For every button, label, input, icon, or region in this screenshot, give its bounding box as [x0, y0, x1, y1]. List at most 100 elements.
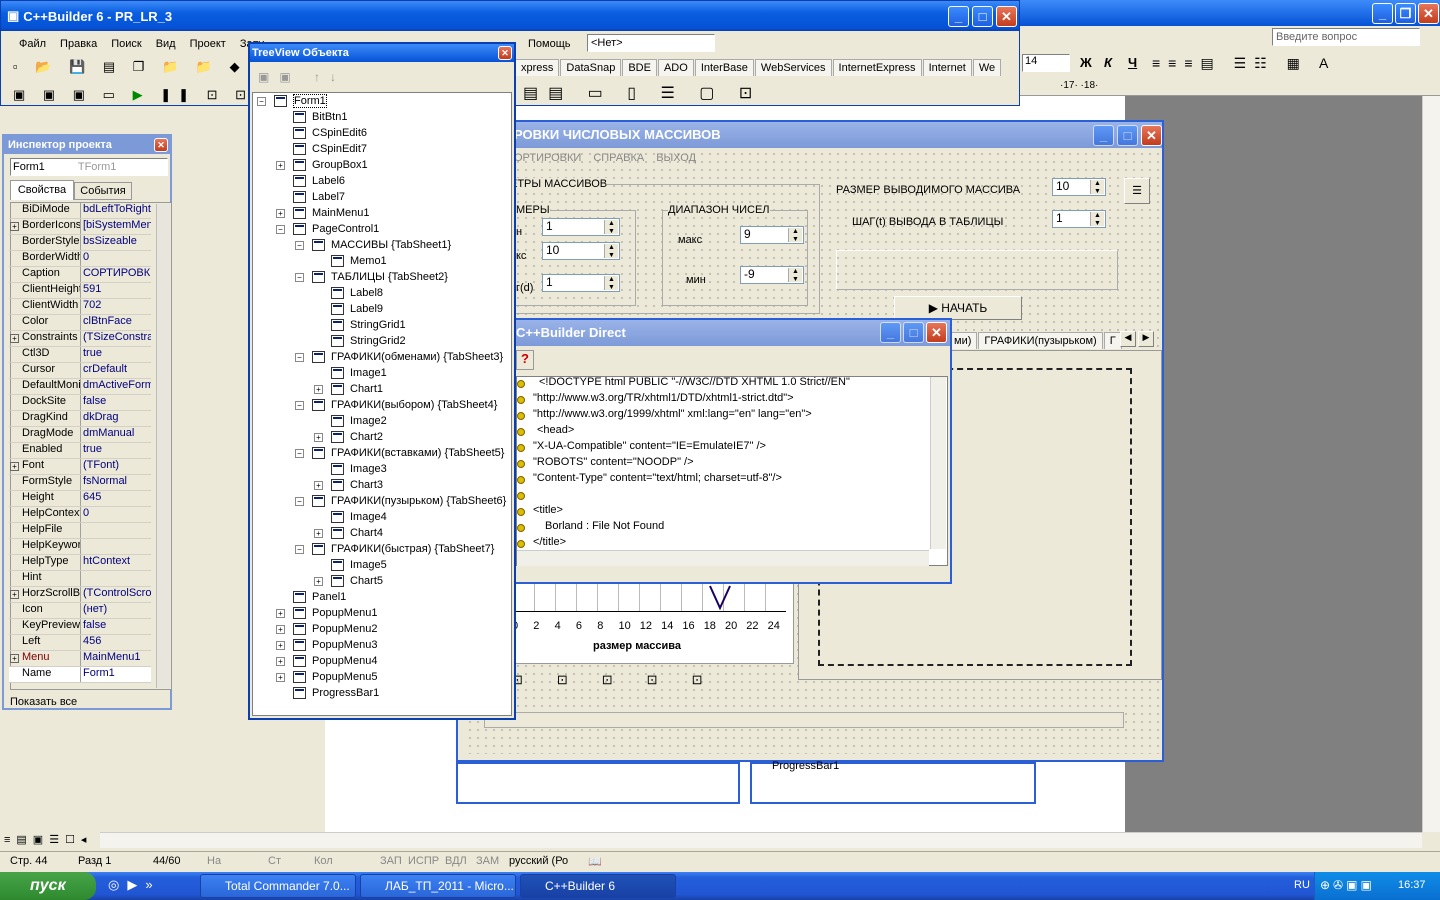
menu-edit[interactable]: Правка — [60, 38, 97, 50]
underline-button[interactable]: Ч — [1128, 55, 1137, 70]
tree-node[interactable]: CSpinEdit7 — [293, 141, 367, 157]
palette-tab-ado[interactable]: ADO — [657, 59, 694, 76]
inspector-close-button[interactable]: ✕ — [154, 138, 168, 152]
tree-node[interactable]: Label6 — [293, 173, 345, 189]
tree-expand-icon[interactable]: + — [314, 433, 323, 442]
spelling-icon[interactable]: 📖 — [588, 855, 602, 868]
tree-node[interactable]: Label9 — [331, 301, 383, 317]
tree-expand-icon[interactable]: + — [276, 161, 285, 170]
view-buttons[interactable]: ≡▤▣☰☐◂ — [4, 833, 92, 846]
menu-search[interactable]: Поиск — [111, 38, 141, 50]
menu-file[interactable]: Файл — [19, 38, 46, 50]
tree-expand-icon[interactable]: − — [295, 401, 304, 410]
tree-node[interactable]: PopupMenu5 — [293, 669, 377, 685]
inspector-prop-row[interactable]: Color clBtnFace — [9, 315, 151, 331]
inspector-prop-value[interactable]: (TSizeConstrai — [80, 331, 151, 346]
tree-expand-icon[interactable]: + — [276, 657, 285, 666]
inspector-prop-row[interactable]: DockSite false — [9, 395, 151, 411]
palette-tab-bde[interactable]: BDE — [622, 59, 657, 76]
sort-buttons[interactable]: ⊡⊡⊡⊡⊡ — [512, 672, 736, 688]
tree-node[interactable]: ГРАФИКИ(выбором) {TabSheet4} — [312, 397, 497, 413]
align-toolbar[interactable]: ≡≡≡▤ ☰☷ ▦ A — [1152, 55, 1336, 72]
tree-node[interactable]: Label8 — [331, 285, 383, 301]
inspector-prop-value[interactable]: crDefault — [80, 363, 151, 378]
inspector-prop-row[interactable]: +BorderIcons[biSystemMenu — [9, 219, 151, 235]
palette-tab-xpress[interactable]: xpress — [515, 59, 560, 76]
inspector-prop-row[interactable]: ClientWidth 702 — [9, 299, 151, 315]
tree-node[interactable]: Label7 — [293, 189, 345, 205]
size-max-spin[interactable]: 10 ▲ ▼ — [542, 242, 620, 260]
inspector-prop-value[interactable]: htContext — [80, 555, 151, 570]
inspector-show-all[interactable]: Показать все — [10, 696, 77, 708]
tree-node[interactable]: ГРАФИКИ(обменами) {TabSheet3} — [312, 349, 503, 365]
tree-expand-icon[interactable]: − — [295, 545, 304, 554]
tree-expand-icon[interactable]: − — [295, 273, 304, 282]
taskbar-word[interactable]: ЛАБ_ТП_2011 - Micro... — [360, 874, 516, 898]
tree-node[interactable]: Image3 — [331, 461, 387, 477]
palette-components[interactable]: ▤▤ ▭ ▯ ☰ ▢ ⊡ — [523, 83, 762, 103]
tree-expand-icon[interactable]: − — [295, 353, 304, 362]
inspector-prop-row[interactable]: HelpKeyword — [9, 539, 151, 555]
inspector-scrollbar[interactable] — [156, 204, 170, 688]
inspector-prop-value[interactable]: 702 — [80, 299, 151, 314]
inspector-prop-value[interactable]: [biSystemMenu — [80, 219, 151, 234]
inspector-prop-row[interactable]: + Constraints (TSizeConstrai — [9, 331, 151, 347]
step-spin[interactable]: 1 ▲ ▼ — [1052, 210, 1106, 228]
tree-node[interactable]: МАССИВЫ {TabSheet1} — [312, 237, 451, 253]
direct-vscroll[interactable] — [930, 377, 946, 549]
min-spin[interactable]: -9 ▲ ▼ — [740, 266, 804, 284]
inspector-prop-value[interactable]: Form1 — [80, 667, 151, 682]
font-size-select[interactable]: 14 — [1022, 54, 1070, 72]
inspector-prop-row[interactable]: Caption СОРТИРОВКІ — [9, 267, 151, 283]
toolbar-row1[interactable]: ▫ 📂 💾 ▤ ❐ 📁 📁 ◆ — [13, 59, 247, 75]
tree-expand-icon[interactable]: + — [276, 209, 285, 218]
tab-sheet6[interactable]: ГРАФИКИ(пузырьком) — [978, 332, 1103, 349]
inspector-prop-value[interactable] — [80, 539, 151, 554]
inspector-prop-value[interactable]: dkDrag — [80, 411, 151, 426]
out-size-spin[interactable]: 10 ▲ ▼ — [1052, 178, 1106, 196]
inspector-prop-row[interactable]: HelpFile — [9, 523, 151, 539]
direct-hscroll[interactable] — [517, 550, 929, 566]
inspector-prop-row[interactable]: BorderWidth 0 — [9, 251, 151, 267]
palette-tab-we[interactable]: We — [972, 59, 1002, 76]
inspector-prop-value[interactable]: (нет) — [80, 603, 151, 618]
tree-node[interactable]: StringGrid1 — [331, 317, 406, 333]
mainmenu-component[interactable]: ☰ — [1124, 178, 1150, 204]
run-icon[interactable]: ▶ — [133, 87, 150, 102]
direct-close-button[interactable]: ✕ — [926, 322, 947, 343]
inspector-prop-row[interactable]: FormStyle fsNormal — [9, 475, 151, 491]
tree-node[interactable]: Panel1 — [293, 589, 346, 605]
inspector-prop-row[interactable]: HelpContext 0 — [9, 507, 151, 523]
menu-help[interactable]: Помощь — [528, 38, 571, 50]
size-min-spin[interactable]: 1 ▲ ▼ — [542, 218, 620, 236]
tree-node[interactable]: GroupBox1 — [293, 157, 368, 173]
tree-node[interactable]: PopupMenu2 — [293, 621, 377, 637]
tab-sheet-partial[interactable]: ми) — [948, 332, 978, 349]
inspector-prop-row[interactable]: Enabled true — [9, 443, 151, 459]
direct-maximize-button[interactable]: □ — [903, 322, 924, 343]
direct-minimize-button[interactable]: _ — [880, 322, 901, 343]
inspector-prop-value[interactable]: 591 — [80, 283, 151, 298]
word-restore-button[interactable]: ❐ — [1395, 3, 1416, 24]
inspector-prop-value[interactable]: bdLeftToRight — [80, 203, 151, 218]
tree-node[interactable]: ГРАФИКИ(пузырьком) {TabSheet6} — [312, 493, 506, 509]
tree-node[interactable]: Image2 — [331, 413, 387, 429]
word-hscroll[interactable] — [100, 832, 1422, 848]
inspector-prop-value[interactable]: MainMenu1 — [80, 651, 151, 666]
inspector-prop-value[interactable]: 0 — [80, 507, 151, 522]
treeview-close-button[interactable]: ✕ — [498, 46, 512, 60]
inspector-tab-properties[interactable]: Свойства — [10, 180, 74, 200]
inspector-prop-row[interactable]: ClientHeight 591 — [9, 283, 151, 299]
inspector-object-select[interactable]: Form1 TForm1 — [10, 158, 168, 176]
builder-maximize-button[interactable]: □ — [972, 6, 993, 27]
quicklaunch-icons[interactable]: ◎▶» — [108, 877, 161, 893]
tab-scroll-right[interactable]: ▶ — [1138, 331, 1154, 347]
inspector-prop-row[interactable]: KeyPreview false — [9, 619, 151, 635]
builder-close-button[interactable]: ✕ — [996, 6, 1017, 27]
tree-node[interactable]: MainMenu1 — [293, 205, 369, 221]
form-menu-help[interactable]: СПРАВКА — [593, 152, 644, 164]
inspector-prop-row[interactable]: DragKind dkDrag — [9, 411, 151, 427]
tree-expand-icon[interactable]: + — [276, 673, 285, 682]
tree-expand-icon[interactable]: − — [257, 97, 266, 106]
inspector-prop-row[interactable]: BiDiMode bdLeftToRight — [9, 203, 151, 219]
